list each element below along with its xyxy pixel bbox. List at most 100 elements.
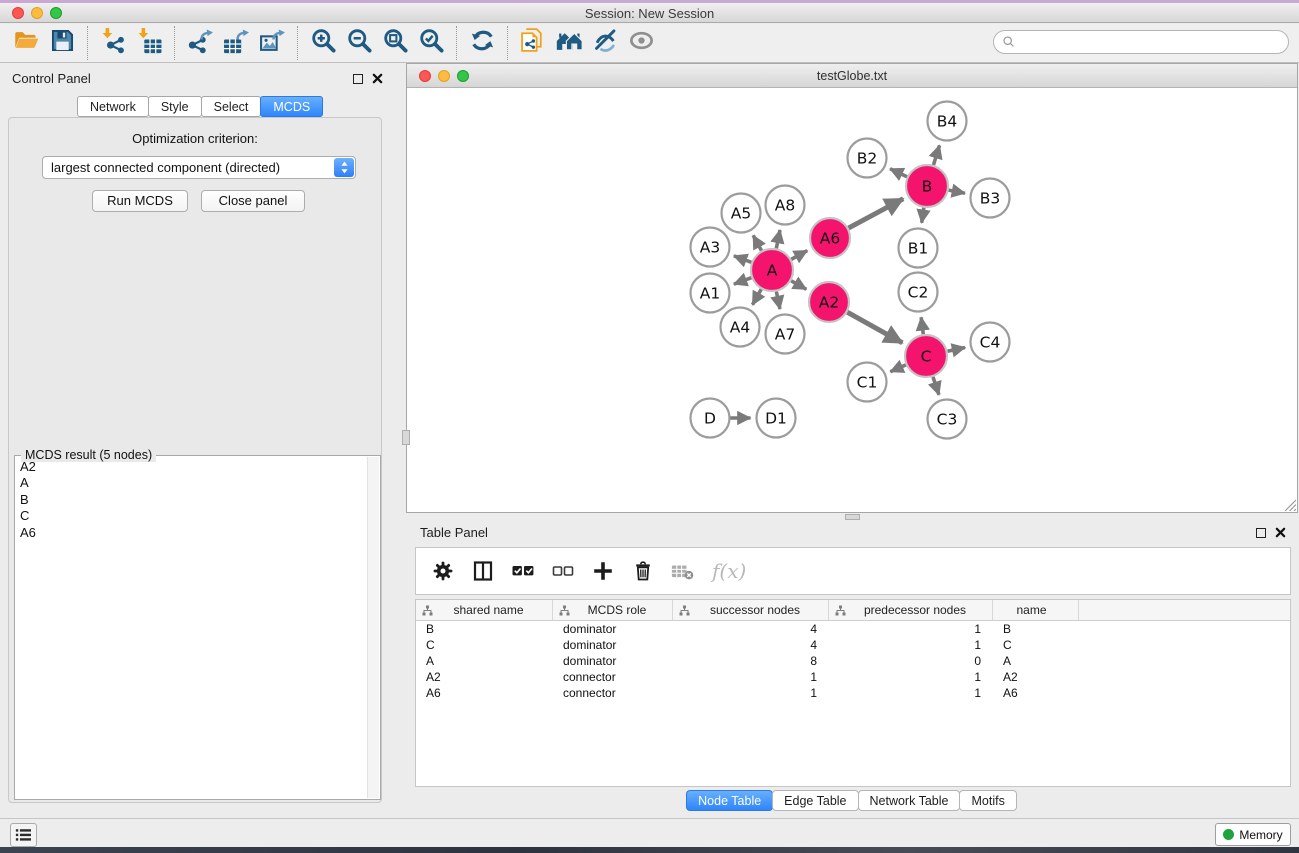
edge-A-A6[interactable] xyxy=(791,251,807,260)
export-network-button[interactable] xyxy=(182,27,218,59)
delete-column-button[interactable] xyxy=(670,558,696,584)
network-from-file-button[interactable] xyxy=(515,27,551,59)
export-table-button[interactable] xyxy=(218,27,254,59)
edge-C-C1[interactable] xyxy=(890,365,906,372)
hierarchy-icon xyxy=(422,605,433,616)
tab-node-table[interactable]: Node Table xyxy=(686,790,773,811)
result-scrollbar[interactable] xyxy=(367,457,379,798)
import-network-button[interactable] xyxy=(95,27,131,59)
save-session-button[interactable] xyxy=(44,27,80,59)
tab-network[interactable]: Network xyxy=(77,96,149,117)
tab-select[interactable]: Select xyxy=(201,96,262,117)
memory-button[interactable]: Memory xyxy=(1215,823,1291,846)
node-table: shared name MCDS rolesuccessor nodesprede… xyxy=(415,599,1291,787)
run-mcds-button[interactable]: Run MCDS xyxy=(92,190,188,212)
edge-C-C4[interactable] xyxy=(947,347,965,351)
result-list-item[interactable]: A xyxy=(16,475,366,491)
save-session-icon xyxy=(49,27,76,59)
add-button[interactable] xyxy=(590,558,616,584)
table-row[interactable]: A2connector11A2 xyxy=(416,669,1290,685)
column-header-shared-name[interactable]: shared name xyxy=(416,600,553,620)
edge-A-A3[interactable] xyxy=(734,256,751,262)
table-row[interactable]: A6connector11A6 xyxy=(416,685,1290,701)
home-icon xyxy=(556,27,583,59)
zoom-selected-button[interactable] xyxy=(413,27,449,59)
edge-C-C3[interactable] xyxy=(933,377,939,395)
edge-B-B4[interactable] xyxy=(933,145,939,165)
search-input[interactable] xyxy=(1020,35,1288,49)
result-list-item[interactable]: A6 xyxy=(16,525,366,541)
edge-A-A7[interactable] xyxy=(776,292,780,309)
tab-network-table[interactable]: Network Table xyxy=(858,790,961,811)
column-header-filler xyxy=(1079,600,1290,620)
edge-B-B3[interactable] xyxy=(949,190,965,193)
table-row[interactable]: Adominator80A xyxy=(416,653,1290,669)
import-table-button[interactable] xyxy=(131,27,167,59)
result-list-item[interactable]: B xyxy=(16,492,366,508)
column-header-predecessor-nodes[interactable]: predecessor nodes xyxy=(829,600,993,620)
close-panel-button[interactable]: Close panel xyxy=(201,190,305,212)
edge-A-A8[interactable] xyxy=(776,230,780,248)
hide-panels-button[interactable] xyxy=(587,27,623,59)
control-panel-controls xyxy=(353,73,383,84)
column-button[interactable] xyxy=(470,558,496,584)
result-list-item[interactable]: A2 xyxy=(16,459,366,475)
table-cell: A2 xyxy=(993,670,1079,684)
edge-A-A4[interactable] xyxy=(752,289,761,305)
zoom-in-button[interactable] xyxy=(305,27,341,59)
column-header-name[interactable]: name xyxy=(993,600,1079,620)
table-header-row: shared name MCDS rolesuccessor nodesprede… xyxy=(416,600,1290,621)
trash-button[interactable] xyxy=(630,558,656,584)
float-panel-icon[interactable] xyxy=(353,74,363,84)
fx-function-builder-button[interactable]: f(x) xyxy=(712,559,746,583)
toolbar-separator xyxy=(174,26,175,60)
dropdown-stepper-icon[interactable] xyxy=(334,158,354,177)
left-splitter-handle[interactable] xyxy=(402,430,410,445)
refresh-button[interactable] xyxy=(464,27,500,59)
edge-A-A2[interactable] xyxy=(791,281,806,290)
export-image-button[interactable] xyxy=(254,27,290,59)
edge-A-A5[interactable] xyxy=(753,235,761,250)
edge-A6-B[interactable] xyxy=(849,199,904,228)
column-header-label: MCDS role xyxy=(570,603,672,617)
edge-A2-C[interactable] xyxy=(847,312,902,343)
open-session-button[interactable] xyxy=(8,27,44,59)
node-label-C3: C3 xyxy=(937,411,958,429)
edge-B-B1[interactable] xyxy=(922,208,924,223)
toolbar-separator xyxy=(87,26,88,60)
show-panels-button[interactable] xyxy=(623,27,659,59)
resize-grip-icon[interactable] xyxy=(1283,498,1296,511)
close-table-panel-icon[interactable] xyxy=(1275,527,1286,538)
optimization-dropdown[interactable]: largest connected component (directed) xyxy=(42,156,356,179)
column-header-MCDS-role[interactable]: MCDS role xyxy=(553,600,673,620)
control-panel-title: Control Panel xyxy=(12,71,91,86)
result-list-item[interactable]: C xyxy=(16,508,366,524)
node-label-B3: B3 xyxy=(980,190,1001,208)
uncheck-all-button[interactable] xyxy=(550,558,576,584)
tab-style[interactable]: Style xyxy=(148,96,202,117)
toolbar-separator xyxy=(456,26,457,60)
float-table-panel-icon[interactable] xyxy=(1256,528,1266,538)
network-graph[interactable]: B4B2BB3A8A5A6A3B1AA1C2A2A4A7C4CC1C3DD1 xyxy=(407,88,1297,512)
home-button[interactable] xyxy=(551,27,587,59)
column-header-successor-nodes[interactable]: successor nodes xyxy=(673,600,829,620)
edge-B-B2[interactable] xyxy=(890,169,907,177)
check-all-button[interactable] xyxy=(510,558,536,584)
zoom-out-button[interactable] xyxy=(341,27,377,59)
close-panel-icon[interactable] xyxy=(372,73,383,84)
tab-edge-table[interactable]: Edge Table xyxy=(772,790,858,811)
network-canvas[interactable]: B4B2BB3A8A5A6A3B1AA1C2A2A4A7C4CC1C3DD1 xyxy=(407,88,1297,512)
table-row[interactable]: Cdominator41C xyxy=(416,637,1290,653)
zoom-fit-button[interactable] xyxy=(377,27,413,59)
task-history-button[interactable] xyxy=(10,823,37,847)
table-cell: 4 xyxy=(673,638,829,652)
edge-C-C2[interactable] xyxy=(921,317,923,334)
search-field[interactable] xyxy=(993,30,1289,54)
node-label-A4: A4 xyxy=(730,319,750,337)
table-row[interactable]: Bdominator41B xyxy=(416,621,1290,637)
tab-mcds[interactable]: MCDS xyxy=(260,96,323,117)
gear-button[interactable] xyxy=(430,558,456,584)
edge-A-A1[interactable] xyxy=(734,278,751,284)
tab-motifs[interactable]: Motifs xyxy=(959,790,1016,811)
bottom-splitter-handle[interactable] xyxy=(845,514,860,520)
